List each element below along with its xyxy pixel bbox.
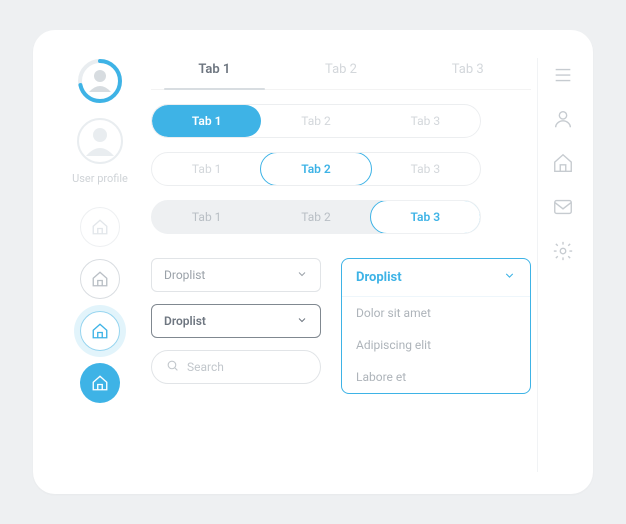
- search-input[interactable]: Search: [151, 350, 321, 384]
- search-placeholder: Search: [187, 360, 224, 374]
- left-column: User profile: [55, 58, 145, 472]
- pill-tab-1[interactable]: Tab 1: [152, 153, 261, 185]
- dropdown-label: Droplist: [164, 268, 205, 282]
- pill-tabs-outline: Tab 1 Tab 2 Tab 3: [151, 152, 481, 186]
- dropdown-label: Droplist: [164, 314, 206, 328]
- dropdown-option[interactable]: Adipiscing elit: [342, 329, 530, 361]
- user-icon[interactable]: [552, 108, 574, 130]
- pill-tab-2[interactable]: Tab 2: [260, 152, 371, 186]
- mail-icon[interactable]: [552, 196, 574, 218]
- chevron-down-icon: [503, 269, 516, 286]
- tab-3[interactable]: Tab 3: [404, 58, 531, 89]
- tab-1[interactable]: Tab 1: [151, 58, 278, 89]
- ui-kit-panel: User profile Tab 1 Tab 2 Tab 3 Tab 1 Tab: [33, 30, 593, 494]
- pill-tabs-filled: Tab 1 Tab 2 Tab 3: [151, 104, 481, 138]
- pill-tab-2[interactable]: Tab 2: [261, 201, 370, 233]
- tab-2[interactable]: Tab 2: [278, 58, 405, 89]
- right-icon-rail: [537, 58, 577, 472]
- home-icon-variants: [80, 207, 120, 403]
- search-icon: [166, 359, 179, 375]
- dropdown-strong[interactable]: Droplist: [151, 304, 321, 338]
- avatar-progress[interactable]: [77, 58, 123, 104]
- home-icon-glow[interactable]: [80, 311, 120, 351]
- pill-tab-2[interactable]: Tab 2: [261, 105, 370, 137]
- dropdown-option[interactable]: Dolor sit amet: [342, 297, 530, 329]
- pill-tab-3[interactable]: Tab 3: [371, 105, 480, 137]
- home-icon-outline[interactable]: [80, 259, 120, 299]
- profile-label: User profile: [72, 172, 128, 185]
- chevron-down-icon: [296, 268, 308, 283]
- dropdown-open-header[interactable]: Droplist: [342, 259, 530, 297]
- dropdown-label: Droplist: [356, 270, 402, 285]
- home-icon-faint[interactable]: [80, 207, 120, 247]
- home-icon-filled[interactable]: [80, 363, 120, 403]
- chevron-down-icon: [296, 314, 308, 329]
- pill-tab-3[interactable]: Tab 3: [370, 200, 481, 234]
- dropdown-stack: Droplist Droplist Search: [151, 258, 321, 394]
- gear-icon[interactable]: [552, 240, 574, 262]
- tab-bar-underline: Tab 1 Tab 2 Tab 3: [151, 58, 531, 90]
- dropdown-open: Droplist Dolor sit amet Adipiscing elit …: [341, 258, 531, 394]
- pill-tab-1[interactable]: Tab 1: [152, 201, 261, 233]
- dropdown-option[interactable]: Labore et: [342, 361, 530, 393]
- dropdowns-row: Droplist Droplist Search Droplist Dolor: [151, 258, 531, 394]
- pill-tab-1[interactable]: Tab 1: [152, 105, 261, 137]
- dropdown-light[interactable]: Droplist: [151, 258, 321, 292]
- center-column: Tab 1 Tab 2 Tab 3 Tab 1 Tab 2 Tab 3 Tab …: [145, 58, 537, 472]
- home-icon[interactable]: [552, 152, 574, 174]
- pill-tabs-onfaint: Tab 1 Tab 2 Tab 3: [151, 200, 481, 234]
- avatar-placeholder[interactable]: [77, 118, 123, 164]
- pill-tab-3[interactable]: Tab 3: [371, 153, 480, 185]
- menu-icon[interactable]: [552, 64, 574, 86]
